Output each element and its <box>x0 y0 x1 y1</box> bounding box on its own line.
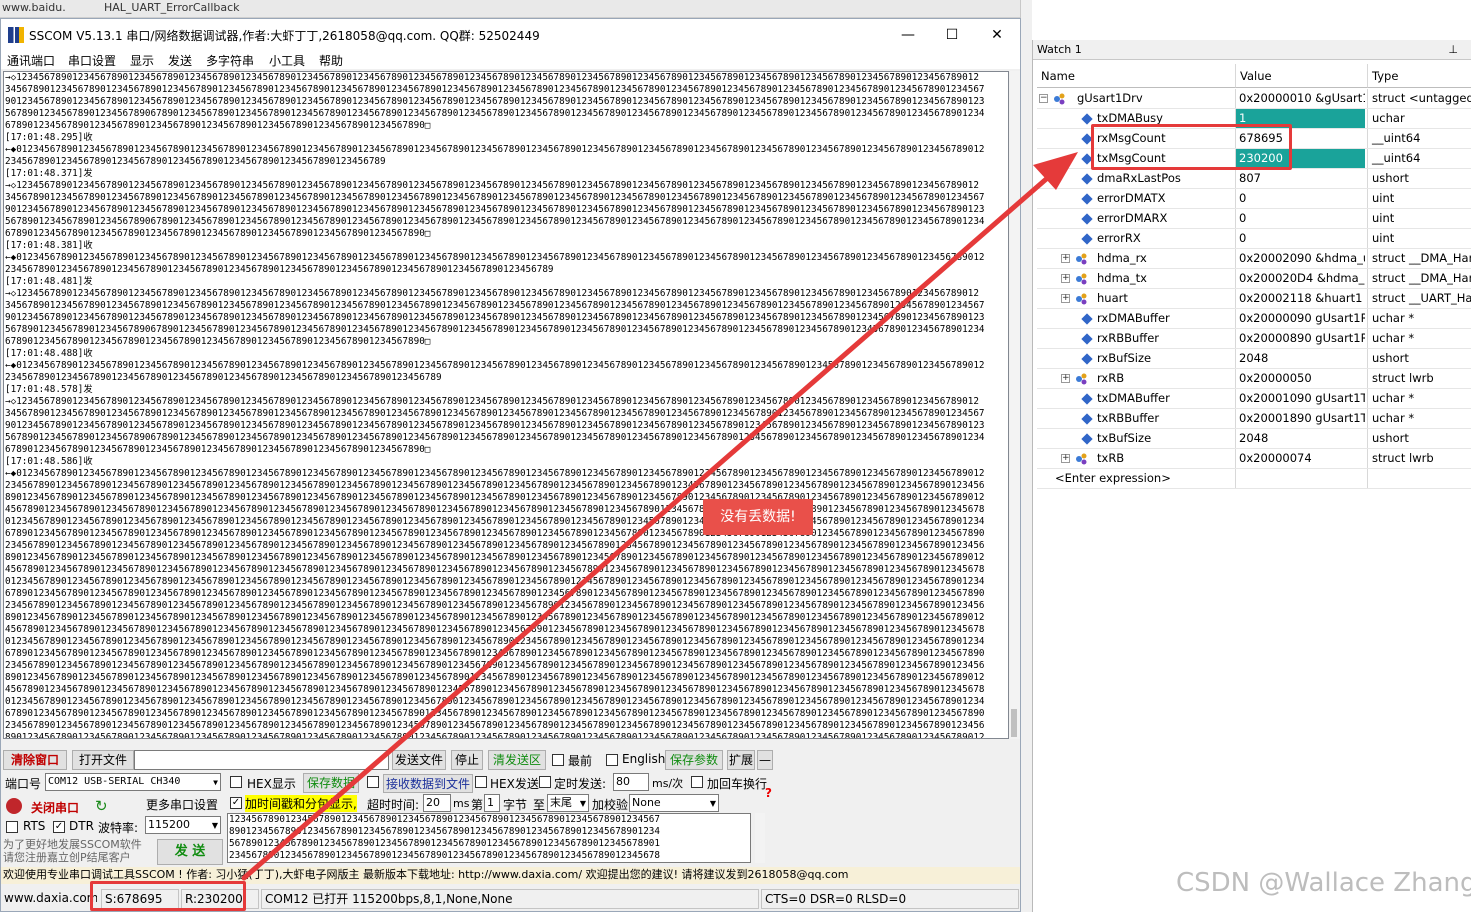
watermark: CSDN @Wallace Zhang <box>1176 868 1471 898</box>
annotation-arrow <box>241 152 1078 881</box>
annotation-callout: 没有丢数据! <box>703 499 813 535</box>
